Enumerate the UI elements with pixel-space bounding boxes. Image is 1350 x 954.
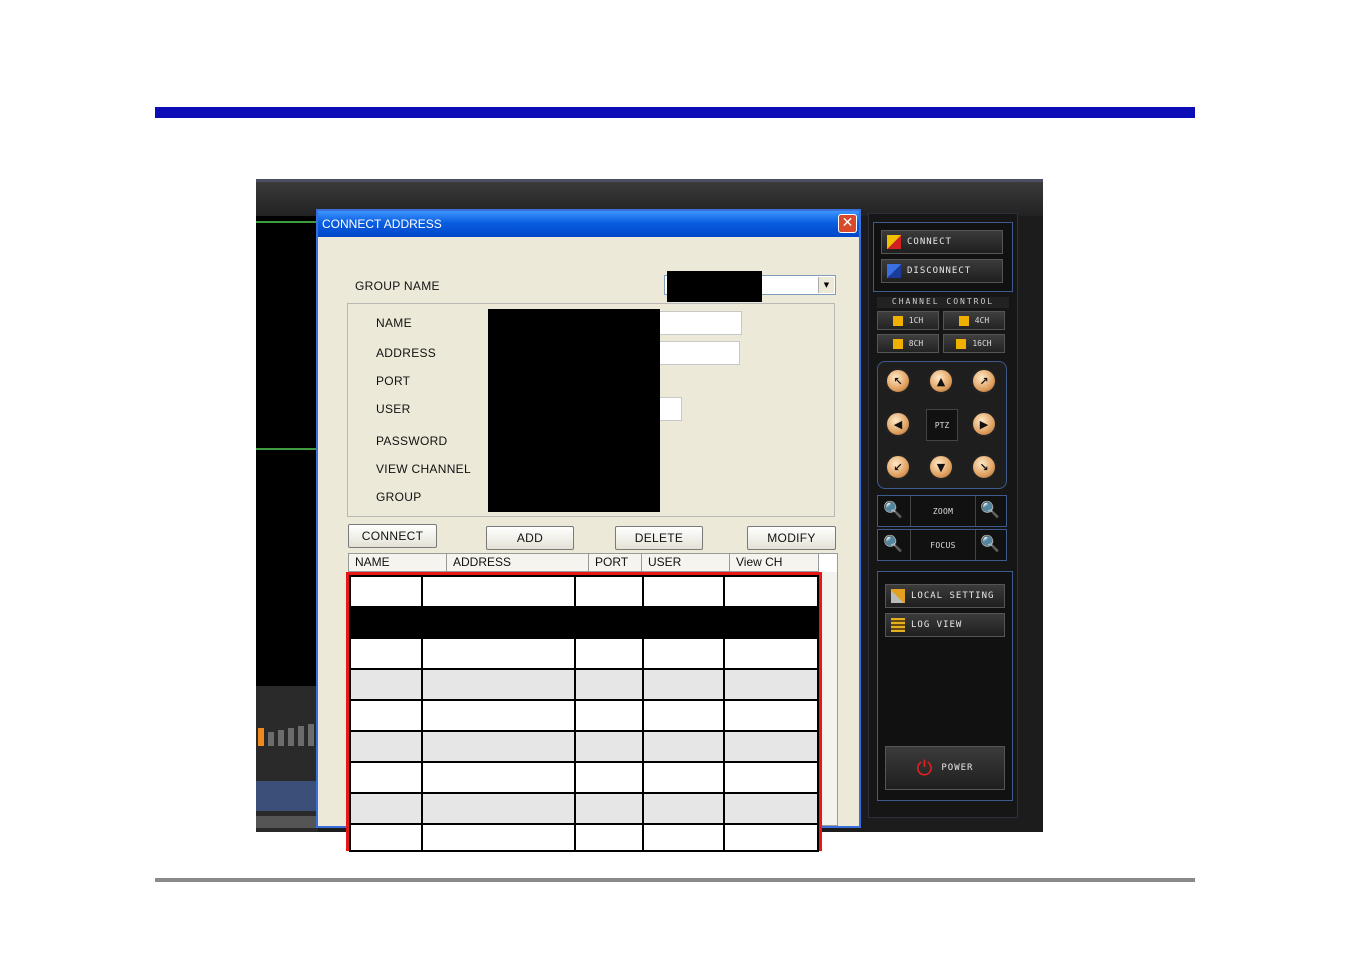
status-panel <box>256 781 318 811</box>
panel-connect-label: CONNECT <box>907 237 952 247</box>
panel-disconnect-button[interactable]: DISCONNECT <box>881 259 1003 283</box>
channel-label: 8CH <box>908 339 924 348</box>
channel-8ch-button[interactable]: 8CH <box>877 334 939 353</box>
table-row[interactable] <box>349 699 819 732</box>
table-row[interactable] <box>349 792 819 825</box>
highlighted-table <box>346 572 822 852</box>
power-label: POWER <box>941 763 974 773</box>
header-band <box>155 107 1195 118</box>
focus-control: 🔍 FOCUS 🔍 <box>877 529 1007 561</box>
channel-grid-icon <box>892 338 903 349</box>
table-row[interactable] <box>349 637 819 670</box>
arrow-down-icon[interactable]: ▼ <box>928 454 954 480</box>
zoom-out-icon[interactable]: 🔍 <box>883 500 903 520</box>
add-button[interactable]: ADD <box>486 526 574 550</box>
channel-grid-icon <box>958 315 969 326</box>
channel-icon <box>892 315 903 326</box>
arrow-right-icon[interactable]: ▶ <box>971 411 997 437</box>
focus-in-icon[interactable]: 🔍 <box>980 534 1000 554</box>
channel-control-title: CHANNEL CONTROL <box>877 297 1009 308</box>
column-header-user[interactable]: USER <box>642 554 730 572</box>
log-icon <box>891 618 905 632</box>
panel-connect-button[interactable]: CONNECT <box>881 230 1003 254</box>
group-name-label: GROUP NAME <box>355 279 440 293</box>
local-setting-label: LOCAL SETTING <box>911 591 995 601</box>
arrow-left-icon[interactable]: ◀ <box>885 411 911 437</box>
focus-label: FOCUS <box>910 530 976 560</box>
column-header-name[interactable]: NAME <box>349 554 447 572</box>
power-icon: ⏻ <box>916 756 934 780</box>
dialog-titlebar[interactable]: CONNECT ADDRESS <box>318 211 859 237</box>
dialog-title: CONNECT ADDRESS <box>322 217 442 231</box>
close-icon[interactable]: ✕ <box>838 214 857 233</box>
table-row[interactable] <box>349 668 819 701</box>
password-label: PASSWORD <box>376 434 448 448</box>
table-row[interactable] <box>349 823 819 852</box>
list-rows <box>349 575 819 852</box>
table-row[interactable] <box>349 730 819 763</box>
arrow-down-left-icon[interactable]: ↙ <box>885 454 911 480</box>
port-label: PORT <box>376 374 411 388</box>
delete-button[interactable]: DELETE <box>615 526 703 550</box>
modify-button[interactable]: MODIFY <box>747 526 836 550</box>
log-view-button[interactable]: LOG VIEW <box>885 613 1005 637</box>
video-divider <box>256 448 318 450</box>
video-divider <box>256 221 318 223</box>
column-header-view-ch[interactable]: View CH <box>730 554 819 572</box>
footer-rule <box>155 878 1195 882</box>
connect-button[interactable]: CONNECT <box>348 524 437 548</box>
channel-label: 4CH <box>974 316 990 325</box>
tools-icon <box>891 589 905 603</box>
app-top-accent <box>256 179 1043 182</box>
view-channel-label: VIEW CHANNEL <box>376 462 471 476</box>
video-area[interactable] <box>256 216 318 686</box>
group-label: GROUP <box>376 490 422 504</box>
connect-icon <box>887 235 901 249</box>
arrow-up-icon[interactable]: ▲ <box>928 368 954 394</box>
arrow-up-left-icon[interactable]: ↖ <box>885 368 911 394</box>
zoom-control: 🔍 ZOOM 🔍 <box>877 495 1007 527</box>
table-row-selected[interactable] <box>349 606 819 639</box>
disconnect-icon <box>887 264 901 278</box>
redacted-fields <box>488 309 660 512</box>
power-button[interactable]: ⏻ POWER <box>885 746 1005 790</box>
address-label: ADDRESS <box>376 346 437 360</box>
focus-out-icon[interactable]: 🔍 <box>883 534 903 554</box>
column-header-port[interactable]: PORT <box>589 554 642 572</box>
channel-label: 16CH <box>972 339 992 348</box>
redacted-value <box>667 271 762 302</box>
column-header-address[interactable]: ADDRESS <box>447 554 589 572</box>
channel-label: 1CH <box>908 316 924 325</box>
arrow-up-right-icon[interactable]: ↗ <box>971 368 997 394</box>
arrow-down-right-icon[interactable]: ↘ <box>971 454 997 480</box>
zoom-in-icon[interactable]: 🔍 <box>980 500 1000 520</box>
table-row[interactable] <box>349 575 819 608</box>
dropdown-arrow-icon[interactable]: ▼ <box>818 277 834 293</box>
channel-1ch-button[interactable]: 1CH <box>877 311 939 330</box>
log-view-label: LOG VIEW <box>911 620 963 630</box>
panel-disconnect-label: DISCONNECT <box>907 266 972 276</box>
user-label: USER <box>376 402 411 416</box>
ptz-center: PTZ <box>926 409 958 441</box>
channel-4ch-button[interactable]: 4CH <box>943 311 1005 330</box>
status-line <box>256 816 318 828</box>
table-row[interactable] <box>349 761 819 794</box>
control-panel: CONNECT DISCONNECT CHANNEL CONTROL 1CH 4… <box>868 213 1018 818</box>
status-strip <box>256 686 318 832</box>
channel-16ch-button[interactable]: 16CH <box>943 334 1005 353</box>
local-setting-button[interactable]: LOCAL SETTING <box>885 584 1005 608</box>
zoom-label: ZOOM <box>910 496 976 526</box>
ptz-pad: ↖ ▲ ↗ ◀ PTZ ▶ ↙ ▼ ↘ <box>877 361 1007 489</box>
name-label: NAME <box>376 316 412 330</box>
channel-grid-icon <box>956 338 967 349</box>
